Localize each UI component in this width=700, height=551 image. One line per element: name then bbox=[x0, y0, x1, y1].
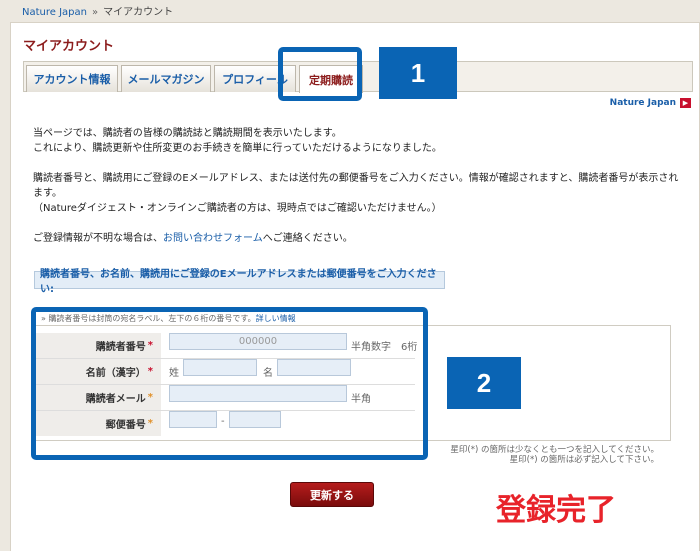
breadcrumb-home-link[interactable]: Nature Japan bbox=[22, 7, 87, 18]
registration-complete-text: 登録完了 bbox=[496, 493, 616, 528]
intro-line: （Natureダイジェスト・オンラインご購読者の方は、現時点ではご確認いただけま… bbox=[33, 203, 442, 214]
nature-japan-link-label: Nature Japan bbox=[609, 98, 676, 108]
intro-line: 購読者番号と、購読用にご登録のEメールアドレス、または送付先の郵便番号をご入力く… bbox=[33, 173, 679, 199]
callout-number-one: 1 bbox=[379, 47, 457, 99]
callout-box-one bbox=[278, 47, 362, 101]
tab-mail-magazine[interactable]: メールマガジン bbox=[121, 65, 211, 92]
intro-text: 当ページでは、購読者の皆様の購読誌と購読期間を表示いたします。 これにより、購読… bbox=[33, 126, 683, 261]
intro-line: これにより、購読更新や住所変更のお手続きを簡単に行っていただけるようになりました… bbox=[33, 143, 442, 154]
update-button[interactable]: 更新する bbox=[290, 482, 374, 507]
breadcrumb: Nature Japan » マイアカウント bbox=[22, 3, 173, 18]
page-title: マイアカウント bbox=[23, 39, 115, 54]
breadcrumb-separator: » bbox=[91, 7, 99, 18]
nature-japan-link[interactable]: Nature Japan ▶ bbox=[610, 98, 691, 108]
instruction-bar: 購読者番号、お名前、購読用にご登録のEメールアドレスまたは郵便番号をご入力くださ… bbox=[34, 269, 445, 295]
intro-line: ご登録情報が不明な場合は、 bbox=[33, 233, 163, 244]
my-account-panel: マイアカウント アカウント情報 メールマガジン プロフィール 定期購読 Natu… bbox=[10, 22, 700, 551]
breadcrumb-current: マイアカウント bbox=[103, 7, 174, 18]
intro-line: 当ページでは、購読者の皆様の購読誌と購読期間を表示いたします。 bbox=[33, 128, 342, 139]
callout-box-two bbox=[31, 307, 428, 460]
intro-line: へご連絡ください。 bbox=[262, 233, 353, 244]
arrow-right-icon: ▶ bbox=[680, 98, 691, 108]
contact-form-link[interactable]: お問い合わせフォーム bbox=[163, 233, 263, 244]
legal-note-required: 星印(*) の箇所は必ず記入して下さい。 bbox=[509, 455, 659, 465]
tab-account-info[interactable]: アカウント情報 bbox=[26, 65, 118, 92]
callout-number-two: 2 bbox=[447, 357, 521, 409]
